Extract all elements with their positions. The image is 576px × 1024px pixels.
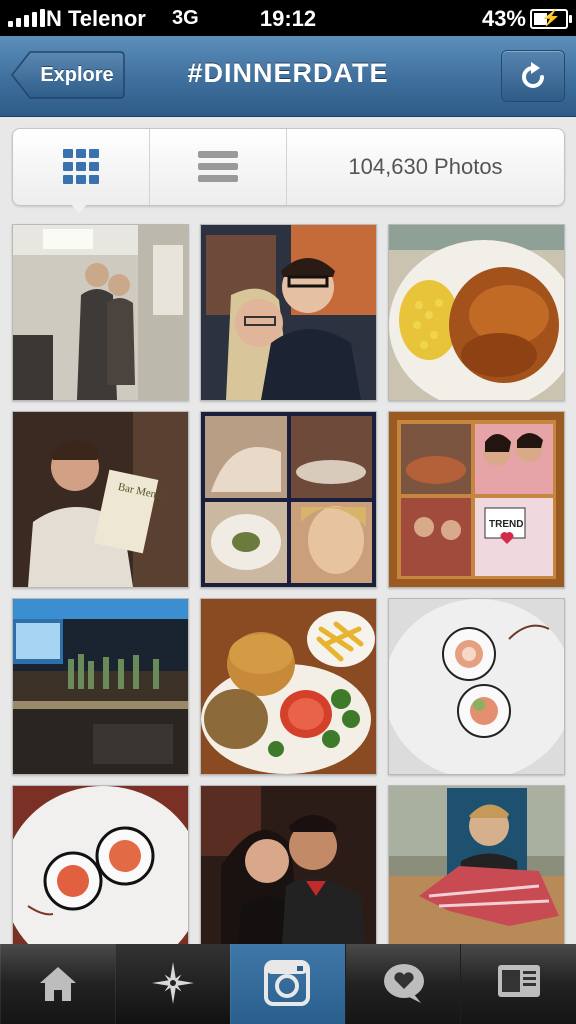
tab-profile[interactable] <box>460 944 576 1024</box>
photo-thumbnail[interactable] <box>12 224 189 401</box>
photo-thumbnail[interactable] <box>200 224 377 401</box>
tab-camera[interactable] <box>230 944 346 1024</box>
heart-bubble-icon <box>384 964 424 1003</box>
tab-home[interactable] <box>0 944 116 1024</box>
list-view-icon <box>198 151 238 182</box>
status-bar: N Telenor 3G 19:12 43% ⚡ <box>0 0 576 36</box>
page-title: #DINNERDATE <box>187 58 389 88</box>
svg-text:TREND: TREND <box>489 519 523 530</box>
profile-card-icon <box>498 965 540 997</box>
view-toggle-bar: 104,630 Photos <box>12 128 565 206</box>
photo-thumbnail[interactable] <box>388 598 565 775</box>
photo-thumbnail[interactable] <box>200 411 377 588</box>
grid-view-icon <box>63 149 99 184</box>
tab-news[interactable] <box>345 944 461 1024</box>
navigation-bar: Explore #DINNERDATE <box>0 36 576 117</box>
list-view-button[interactable] <box>150 129 287 205</box>
photo-thumbnail[interactable] <box>12 598 189 775</box>
tab-bar <box>0 944 576 1024</box>
photo-thumbnail[interactable] <box>200 785 377 944</box>
photo-thumbnail[interactable]: TREND <box>388 411 565 588</box>
photo-thumbnail[interactable] <box>12 785 189 944</box>
camera-icon <box>264 960 310 1006</box>
home-icon <box>40 967 76 1001</box>
battery-icon: ⚡ <box>530 9 572 29</box>
grid-view-button[interactable] <box>13 129 150 205</box>
refresh-icon <box>522 62 544 88</box>
battery-percent: 43% <box>481 6 526 31</box>
photo-thumbnail[interactable] <box>388 224 565 401</box>
explore-star-icon <box>152 962 194 1004</box>
photo-grid: Bar Menu TREND <box>0 222 576 944</box>
photo-thumbnail[interactable]: Bar Menu <box>12 411 189 588</box>
selected-view-pointer <box>69 202 89 213</box>
photo-thumbnail[interactable] <box>200 598 377 775</box>
photo-count: 104,630 Photos <box>348 154 503 179</box>
tab-explore[interactable] <box>115 944 231 1024</box>
refresh-button[interactable] <box>501 50 565 102</box>
photo-thumbnail[interactable] <box>388 785 565 944</box>
